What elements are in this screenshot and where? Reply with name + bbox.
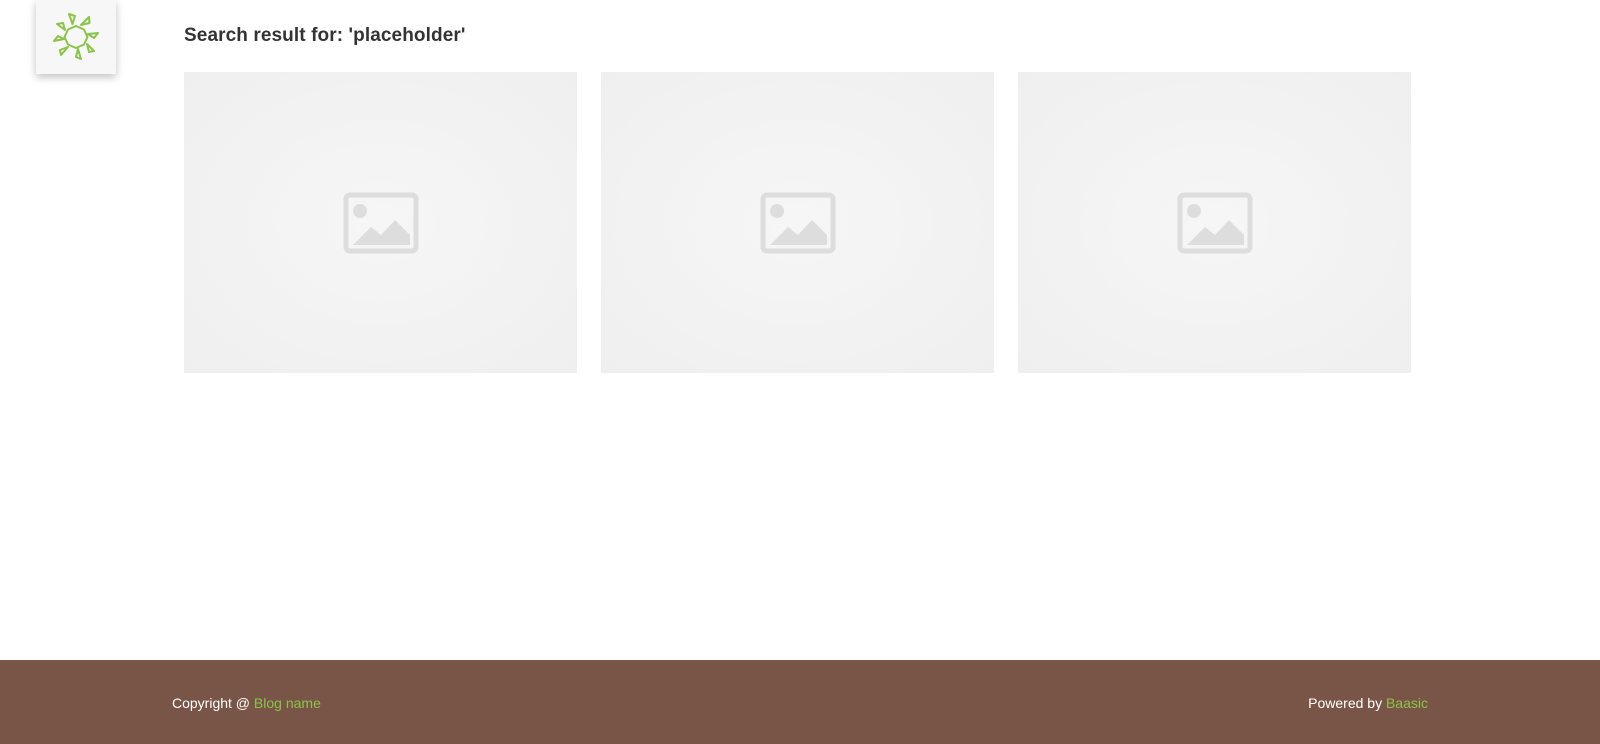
result-card-2[interactable]: [601, 72, 994, 373]
image-placeholder-icon: [343, 192, 418, 253]
result-card-1[interactable]: [184, 72, 577, 373]
search-results-section: Search result for: 'placeholder': [184, 22, 1414, 373]
search-result-title: Search result for: 'placeholder': [184, 25, 466, 46]
footer-powered-by: Powered by Baasic: [1308, 695, 1428, 711]
results-grid: [184, 72, 1414, 373]
footer: Copyright @ Blog name Powered by Baasic: [0, 660, 1600, 744]
baasic-link[interactable]: Baasic: [1386, 695, 1428, 711]
page: Search result for: 'placeholder' Copyrig…: [0, 0, 1600, 744]
powered-by-text: Powered by: [1308, 695, 1386, 711]
sun-logo-icon: [53, 13, 99, 60]
image-placeholder-icon: [760, 192, 835, 253]
image-placeholder-icon: [1177, 192, 1252, 253]
result-card-3[interactable]: [1018, 72, 1411, 373]
logo-link[interactable]: [36, 0, 116, 74]
blog-name-link[interactable]: Blog name: [254, 695, 321, 711]
footer-copyright: Copyright @ Blog name: [172, 695, 321, 711]
copyright-text: Copyright @: [172, 695, 254, 711]
